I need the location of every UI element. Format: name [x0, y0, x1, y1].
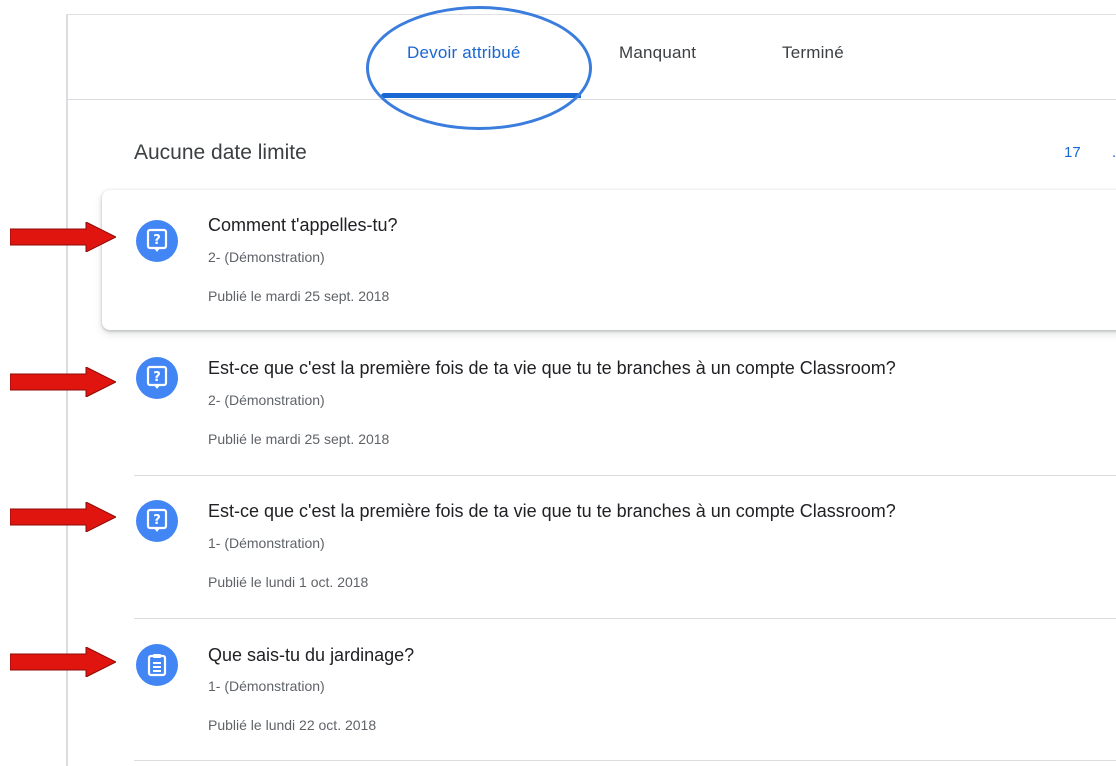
- tab-missing[interactable]: Manquant: [619, 43, 696, 63]
- divider: [134, 760, 1116, 761]
- assignment-title: Comment t'appelles-tu?: [208, 215, 398, 235]
- assignment-title: Est-ce que c'est la première fois de ta …: [208, 501, 896, 521]
- annotation-arrow: [10, 502, 116, 532]
- assignment-class: 1- (Démonstration): [208, 678, 325, 694]
- assignment-date: Publié le mardi 25 sept. 2018: [208, 431, 390, 447]
- assignment-card[interactable]: ? Est-ce que c'est la première fois de t…: [102, 333, 1116, 473]
- question-icon: ?: [136, 220, 178, 262]
- section-title: Aucune date limite: [134, 141, 307, 164]
- question-icon: ?: [136, 500, 178, 542]
- section-count: 17: [1064, 144, 1081, 161]
- svg-text:?: ?: [153, 233, 161, 248]
- assignment-date: Publié le lundi 22 oct. 2018: [208, 717, 377, 733]
- svg-text:?: ?: [153, 513, 161, 528]
- svg-text:?: ?: [153, 370, 161, 385]
- section-count-extra: .: [1112, 144, 1116, 161]
- assignment-icon: [136, 644, 178, 686]
- assignment-date: Publié le mardi 25 sept. 2018: [208, 288, 390, 304]
- tab-assigned[interactable]: Devoir attribué: [407, 43, 521, 63]
- annotation-arrow: [10, 647, 116, 677]
- assignment-card[interactable]: Que sais-tu du jardinage? 1- (Démonstrat…: [102, 618, 1116, 758]
- tab-bar: Devoir attribué Manquant Terminé: [68, 15, 1116, 100]
- tab-done[interactable]: Terminé: [782, 43, 844, 63]
- assignment-card[interactable]: ? Est-ce que c'est la première fois de t…: [102, 475, 1116, 615]
- question-icon: ?: [136, 357, 178, 399]
- assignment-card[interactable]: ? Comment t'appelles-tu? 2- (Démonstrati…: [102, 190, 1116, 330]
- assignment-title: Est-ce que c'est la première fois de ta …: [208, 358, 896, 378]
- active-tab-indicator: [381, 93, 581, 98]
- assignment-title: Que sais-tu du jardinage?: [208, 645, 415, 665]
- assignment-class: 1- (Démonstration): [208, 535, 325, 551]
- assignment-date: Publié le lundi 1 oct. 2018: [208, 574, 369, 590]
- annotation-arrow: [10, 367, 116, 397]
- annotation-arrow: [10, 222, 116, 252]
- assignment-class: 2- (Démonstration): [208, 249, 325, 265]
- assignment-class: 2- (Démonstration): [208, 392, 325, 408]
